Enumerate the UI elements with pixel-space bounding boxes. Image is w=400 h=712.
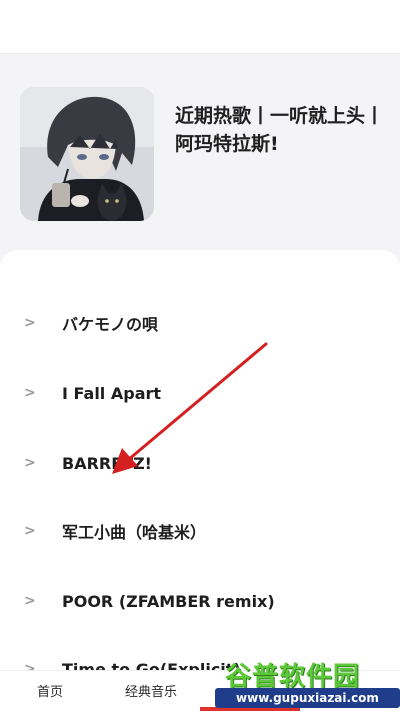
song-item[interactable]: > BARRETZ! xyxy=(0,433,400,493)
nav-home[interactable]: 首页 xyxy=(37,681,63,700)
song-title: POOR (ZFAMBER remix) xyxy=(62,591,275,611)
bottom-navigation: 首页 经典音乐 xyxy=(0,670,400,712)
song-title: 军工小曲（哈基米） xyxy=(62,523,207,542)
chevron-right-icon: > xyxy=(24,385,36,401)
chevron-right-icon: > xyxy=(24,593,36,609)
song-item[interactable]: > 军工小曲（哈基米） xyxy=(0,501,400,561)
nav-classic-music[interactable]: 经典音乐 xyxy=(125,681,177,700)
song-item[interactable]: > POOR (ZFAMBER remix) xyxy=(0,571,400,631)
song-list: > バケモノの唄 > I Fall Apart > BARRETZ! > 军工小… xyxy=(0,250,400,676)
chevron-right-icon: > xyxy=(24,315,36,331)
song-item[interactable]: > バケモノの唄 xyxy=(0,293,400,353)
playlist-title: 近期热歌丨一听就上头丨阿玛特拉斯! xyxy=(175,105,385,155)
album-cover-image[interactable] xyxy=(20,87,154,221)
song-title: BARRETZ! xyxy=(62,453,152,473)
cover-artwork xyxy=(20,87,154,221)
playlist-header: 近期热歌丨一听就上头丨阿玛特拉斯! xyxy=(0,55,400,241)
song-item[interactable]: > I Fall Apart xyxy=(0,363,400,423)
song-title: I Fall Apart xyxy=(62,383,162,403)
nav-active-indicator xyxy=(200,707,300,711)
song-title: バケモノの唄 xyxy=(62,315,159,334)
chevron-right-icon: > xyxy=(24,523,36,539)
chevron-right-icon: > xyxy=(24,455,36,471)
top-bar xyxy=(0,0,400,54)
